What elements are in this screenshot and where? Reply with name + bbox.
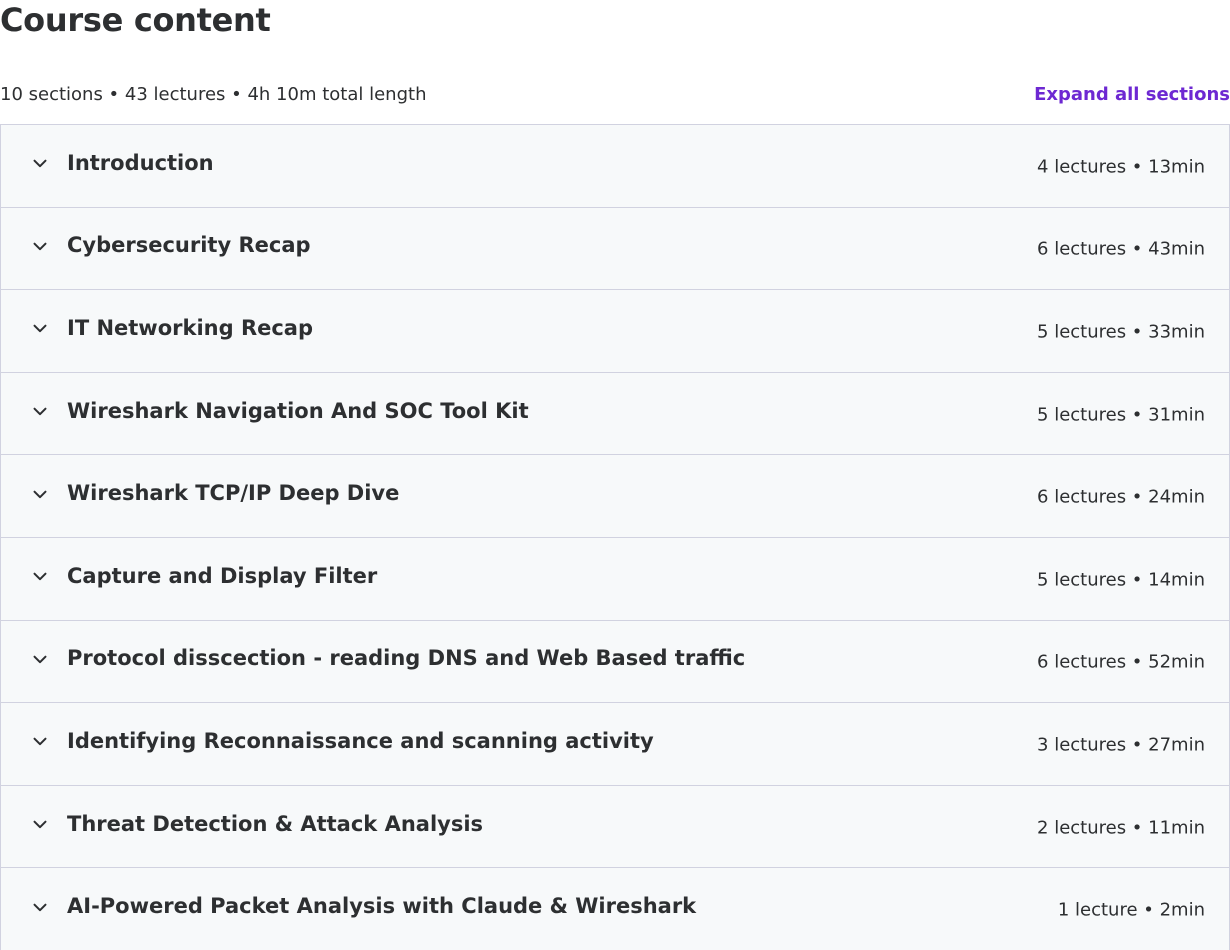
section-title: Threat Detection & Attack Analysis	[67, 811, 484, 836]
section-meta: 2 lectures • 11min	[1037, 816, 1205, 838]
page-title: Course content	[0, 1, 271, 39]
section-meta: 6 lectures • 43min	[1037, 238, 1205, 260]
section-title: Capture and Display Filter	[67, 563, 378, 588]
section-meta: 1 lecture • 2min	[1057, 899, 1205, 921]
section-title: Wireshark Navigation And SOC Tool Kit	[67, 398, 529, 423]
section-title: Introduction	[67, 150, 214, 175]
section-title: Cybersecurity Recap	[67, 233, 311, 258]
course-summary-row: 10 sections • 43 lectures • 4h 10m total…	[0, 80, 1230, 108]
chevron-down-icon[interactable]	[31, 651, 49, 669]
chevron-down-icon[interactable]	[31, 403, 49, 421]
section-row[interactable]: Wireshark TCP/IP Deep Dive 6 lectures • …	[1, 455, 1229, 538]
chevron-down-icon[interactable]	[31, 898, 49, 916]
chevron-down-icon[interactable]	[31, 238, 49, 256]
section-meta: 5 lectures • 14min	[1037, 569, 1205, 591]
course-summary: 10 sections • 43 lectures • 4h 10m total…	[0, 83, 427, 105]
chevron-down-icon[interactable]	[31, 568, 49, 586]
section-row[interactable]: Capture and Display Filter 5 lectures • …	[1, 537, 1229, 621]
sections-list: Introduction 4 lectures • 13min Cybersec…	[0, 124, 1230, 950]
section-meta: 5 lectures • 33min	[1037, 321, 1205, 343]
chevron-down-icon[interactable]	[31, 816, 49, 834]
section-meta: 6 lectures • 52min	[1037, 651, 1205, 673]
course-content-page: Course content 10 sections • 43 lectures…	[0, 0, 1230, 950]
section-row[interactable]: Introduction 4 lectures • 13min	[1, 125, 1229, 208]
expand-all-sections-button[interactable]: Expand all sections	[1034, 84, 1230, 105]
section-title: AI-Powered Packet Analysis with Claude &…	[67, 894, 697, 919]
section-row[interactable]: Protocol disscection - reading DNS and W…	[1, 620, 1229, 704]
chevron-down-icon[interactable]	[31, 155, 49, 173]
section-title: Protocol disscection - reading DNS and W…	[67, 646, 746, 671]
chevron-down-icon[interactable]	[31, 485, 49, 503]
section-row[interactable]: AI-Powered Packet Analysis with Claude &…	[1, 868, 1229, 950]
section-row[interactable]: Wireshark Navigation And SOC Tool Kit 5 …	[1, 372, 1229, 456]
section-row[interactable]: Threat Detection & Attack Analysis 2 lec…	[1, 785, 1229, 869]
section-row[interactable]: Cybersecurity Recap 6 lectures • 43min	[1, 207, 1229, 291]
section-meta: 4 lectures • 13min	[1037, 156, 1205, 178]
section-meta: 3 lectures • 27min	[1037, 734, 1205, 756]
section-meta: 6 lectures • 24min	[1037, 486, 1205, 508]
section-title: IT Networking Recap	[67, 316, 314, 341]
chevron-down-icon[interactable]	[31, 320, 49, 338]
section-title: Identifying Reconnaissance and scanning …	[67, 729, 654, 754]
chevron-down-icon[interactable]	[31, 733, 49, 751]
section-meta: 5 lectures • 31min	[1037, 403, 1205, 425]
section-title: Wireshark TCP/IP Deep Dive	[67, 481, 400, 506]
section-row[interactable]: Identifying Reconnaissance and scanning …	[1, 703, 1229, 786]
section-row[interactable]: IT Networking Recap 5 lectures • 33min	[1, 290, 1229, 373]
